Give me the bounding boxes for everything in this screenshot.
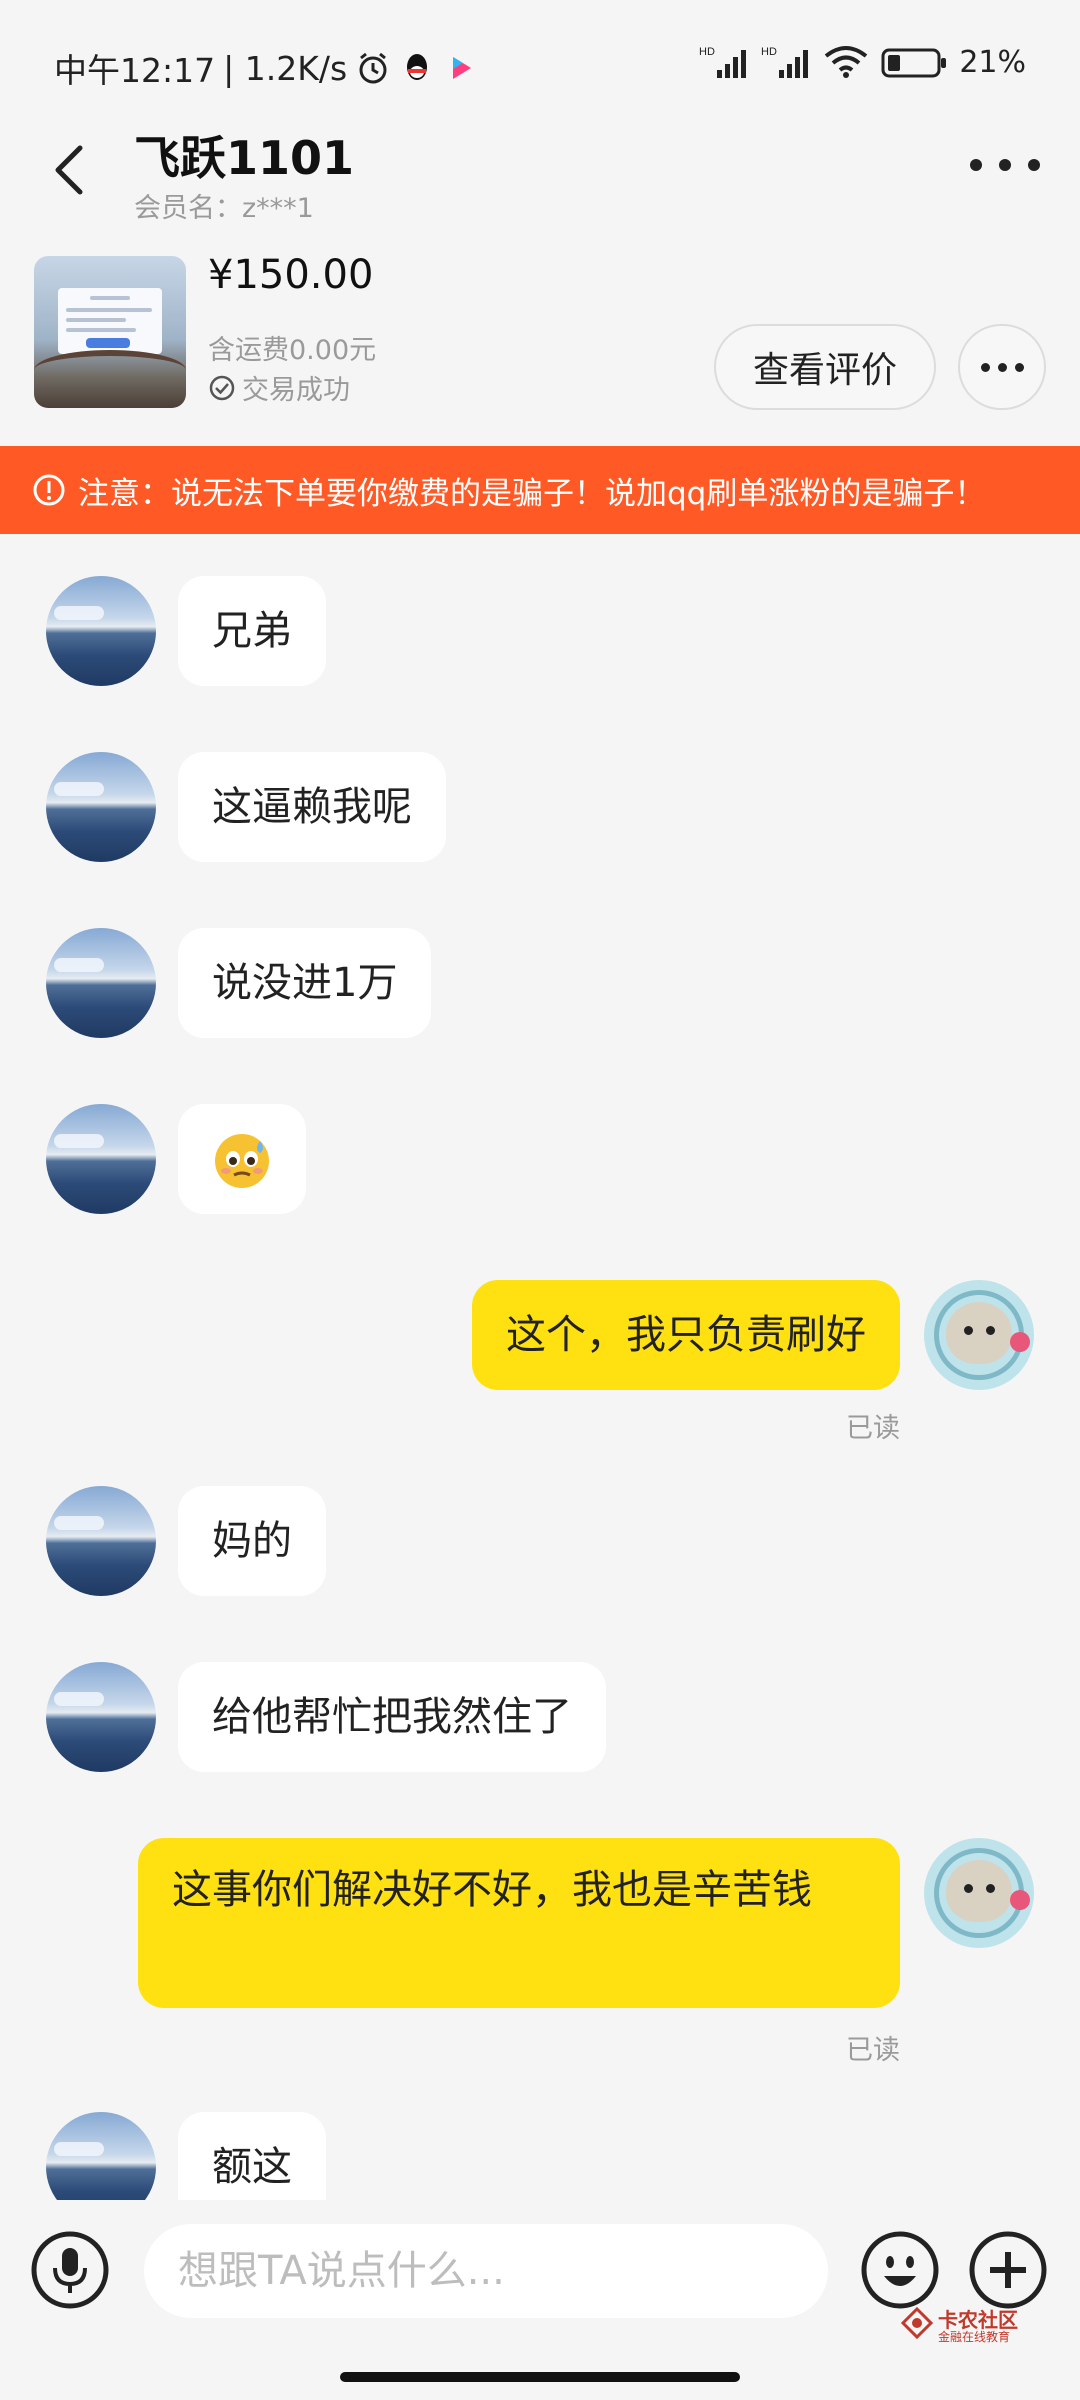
incoming-message[interactable]: 给他帮忙把我然住了	[178, 1662, 606, 1772]
signal-icon-2: HD	[761, 46, 809, 78]
watermark-tagline: 金融在线教育	[938, 2330, 1011, 2344]
sender-avatar[interactable]	[46, 1662, 156, 1772]
sender-avatar[interactable]	[46, 1486, 156, 1596]
thumbnail-bridge	[34, 350, 186, 390]
anxious-sweat-face-icon	[215, 1134, 269, 1188]
incoming-message-emoji[interactable]	[178, 1104, 306, 1214]
dot-icon	[1014, 362, 1024, 372]
fraud-warning-banner: 注意：说无法下单要你缴费的是骗子！说加qq刷单涨粉的是骗子！	[0, 446, 1080, 534]
shipping-fee: 含运费0.00元	[208, 335, 377, 366]
deal-status-label: 交易成功	[242, 375, 350, 406]
more-options-button[interactable]	[970, 140, 1040, 190]
read-receipt: 已读	[846, 2035, 900, 2066]
alert-circle-icon	[33, 474, 65, 506]
network-speed: | 1.2K/s	[223, 48, 348, 88]
svg-text:HD: HD	[699, 46, 715, 58]
view-review-button[interactable]: 查看评价	[714, 324, 936, 410]
sender-avatar[interactable]	[46, 752, 156, 862]
message-input[interactable]	[144, 2224, 828, 2318]
wifi-icon	[825, 46, 868, 78]
svg-text:HD: HD	[761, 46, 777, 58]
product-price: ¥150.00	[208, 252, 374, 298]
chat-header: 飞跃1101 会员名：z***1	[0, 110, 1080, 240]
emoji-icon[interactable]	[860, 2230, 940, 2310]
battery-percent: 21%	[959, 44, 1026, 80]
sender-avatar[interactable]	[46, 1104, 156, 1214]
incoming-message[interactable]: 这逼赖我呢	[178, 752, 446, 862]
qq-icon	[407, 54, 428, 80]
dot-icon	[997, 362, 1007, 372]
watermark: 卡农社区 金融在线教育	[900, 2304, 1060, 2344]
product-thumbnail[interactable]	[34, 256, 186, 408]
incoming-message[interactable]: 兄弟	[178, 576, 326, 686]
sender-avatar[interactable]	[46, 576, 156, 686]
video-app-icon	[453, 57, 472, 79]
add-attachment-icon[interactable]	[968, 2230, 1048, 2310]
read-receipt: 已读	[846, 1413, 900, 1444]
dot-icon	[980, 362, 990, 372]
product-more-button[interactable]	[958, 324, 1046, 410]
member-name: 会员名：z***1	[134, 193, 314, 224]
message-list[interactable]: 兄弟 这逼赖我呢 说没进1万 这个，我只负责刷好 已读 妈的 给他帮忙把我然住了…	[0, 534, 1080, 2200]
battery-icon	[881, 48, 947, 78]
sender-avatar[interactable]	[46, 2112, 156, 2200]
voice-input-icon[interactable]	[30, 2230, 110, 2310]
incoming-message[interactable]: 妈的	[178, 1486, 326, 1596]
incoming-message[interactable]: 说没进1万	[178, 928, 432, 1038]
product-card: ¥150.00 含运费0.00元 交易成功 查看评价	[0, 250, 1080, 440]
status-time: 中午12:17	[54, 51, 216, 90]
sender-avatar[interactable]	[46, 928, 156, 1038]
check-circle-icon	[209, 375, 235, 400]
incoming-message[interactable]: 额这	[178, 2112, 326, 2200]
my-avatar[interactable]	[924, 1280, 1034, 1390]
home-indicator[interactable]	[340, 2372, 740, 2382]
deal-status: 交易成功	[208, 368, 350, 407]
dot-icon	[999, 159, 1011, 171]
dot-icon	[1028, 159, 1040, 171]
outgoing-message[interactable]: 这个，我只负责刷好	[472, 1280, 900, 1390]
watermark-logo-icon	[900, 2306, 934, 2340]
outgoing-message[interactable]: 这事你们解决好不好，我也是辛苦钱	[138, 1838, 900, 2008]
thumbnail-dialog	[58, 288, 162, 354]
page-title: 飞跃1101	[134, 131, 355, 185]
alarm-icon	[359, 52, 387, 84]
dot-icon	[970, 159, 982, 171]
my-avatar[interactable]	[924, 1838, 1034, 1948]
warning-text: 注意：说无法下单要你缴费的是骗子！说加qq刷单涨粉的是骗子！	[78, 475, 986, 512]
back-arrow-icon[interactable]	[40, 130, 100, 210]
signal-icon: HD	[699, 46, 747, 78]
